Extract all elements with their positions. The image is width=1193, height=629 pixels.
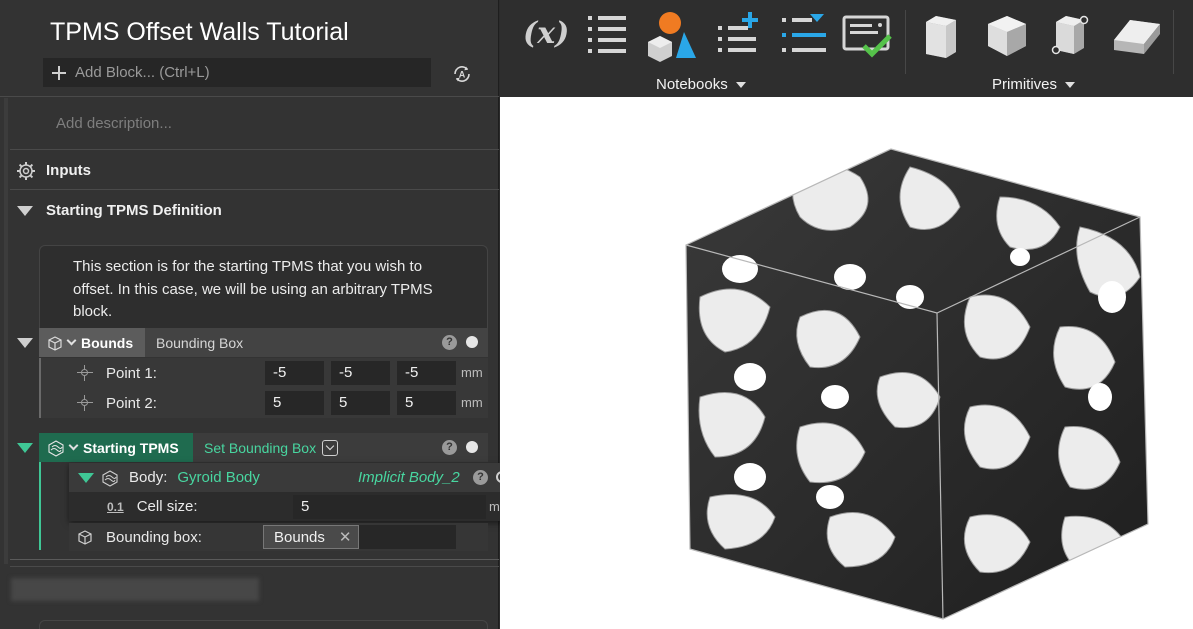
body-row[interactable]: Body: Gyroid Body Implicit Body_2 ? bbox=[69, 463, 519, 492]
notebook-panel: TPMS Offset Walls Tutorial Add Block... … bbox=[0, 0, 519, 629]
bounds-collapse-icon[interactable] bbox=[17, 338, 33, 348]
caret-down-icon bbox=[1065, 81, 1076, 88]
divider bbox=[0, 96, 499, 97]
bounding-box-input[interactable]: Bounds ✕ bbox=[263, 525, 456, 549]
body-collapse-icon[interactable] bbox=[78, 472, 94, 483]
status-dot-icon[interactable] bbox=[466, 336, 478, 348]
point2-x-input[interactable]: 5 bbox=[265, 391, 324, 415]
bounding-box-label: Bounding box: bbox=[106, 528, 202, 546]
gear-icon bbox=[17, 161, 35, 180]
tpms-block-header[interactable]: Starting TPMS Set Bounding Box ? bbox=[39, 433, 488, 462]
tpms-body-icon bbox=[102, 469, 118, 487]
notebooks-group-label: Notebooks bbox=[656, 76, 728, 93]
bounds-chip-label: Bounds bbox=[274, 528, 325, 546]
bounding-box-tool-icon[interactable] bbox=[1050, 12, 1090, 58]
primitives-group-dropdown[interactable]: Primitives bbox=[992, 76, 1076, 93]
insert-list-item-icon[interactable] bbox=[780, 14, 828, 56]
point1-y-input[interactable]: -5 bbox=[331, 361, 390, 385]
ribbon-toolbar: (x) Notebooks Primitives bbox=[500, 0, 1193, 97]
notebooks-group-dropdown[interactable]: Notebooks bbox=[656, 76, 746, 93]
decimal-icon: 0.1 bbox=[107, 499, 124, 514]
tpms-block-accent bbox=[39, 462, 41, 550]
chevron-down-icon[interactable] bbox=[68, 440, 79, 451]
point1-x-input[interactable]: -5 bbox=[265, 361, 324, 385]
caret-down-icon bbox=[735, 81, 746, 88]
point1-label: Point 1: bbox=[106, 364, 157, 382]
point1-z-input[interactable]: -5 bbox=[397, 361, 456, 385]
point1-row: Point 1: -5 -5 -5 mm bbox=[39, 358, 488, 388]
toolbar-separator bbox=[1173, 10, 1174, 74]
bounding-box-icon bbox=[78, 530, 92, 545]
point2-unit: mm bbox=[461, 395, 483, 410]
inputs-section[interactable]: Inputs bbox=[0, 151, 499, 190]
point2-y-input[interactable]: 5 bbox=[331, 391, 390, 415]
add-block-input[interactable]: Add Block... (Ctrl+L) bbox=[43, 58, 431, 87]
description-field[interactable]: Add description... bbox=[56, 115, 172, 132]
collapse-triangle-icon[interactable] bbox=[17, 205, 33, 216]
tpms-tag-label: Starting TPMS bbox=[83, 439, 179, 456]
divider bbox=[10, 566, 499, 567]
status-dot-icon[interactable] bbox=[466, 441, 478, 453]
body-parameter-popout: Body: Gyroid Body Implicit Body_2 ? 0.1 … bbox=[69, 463, 519, 521]
bounding-box-icon bbox=[48, 335, 62, 351]
validate-notebook-icon[interactable] bbox=[842, 14, 894, 60]
point1-unit: mm bbox=[461, 365, 483, 380]
tpms-body-icon bbox=[48, 439, 64, 457]
notebook-title[interactable]: TPMS Offset Walls Tutorial bbox=[50, 18, 349, 47]
gyroid-cube-render[interactable] bbox=[500, 97, 1193, 629]
point2-z-input[interactable]: 5 bbox=[397, 391, 456, 415]
3d-viewport[interactable] bbox=[500, 97, 1193, 629]
plus-icon bbox=[51, 65, 67, 81]
inputs-label: Inputs bbox=[46, 162, 91, 179]
variable-icon[interactable]: (x) bbox=[523, 16, 569, 51]
starting-section-label: Starting TPMS Definition bbox=[46, 202, 222, 219]
primitives-group-label: Primitives bbox=[992, 76, 1058, 93]
next-block-box bbox=[39, 620, 488, 629]
help-icon[interactable]: ? bbox=[473, 470, 488, 485]
point-icon bbox=[77, 365, 93, 381]
body-output-name[interactable]: Implicit Body_2 bbox=[358, 469, 460, 486]
divider bbox=[10, 149, 499, 150]
next-section-placeholder bbox=[11, 578, 259, 601]
cell-size-row: 0.1 Cell size: 5 mm bbox=[69, 492, 519, 521]
bounding-box-row: Bounding box: Bounds ✕ bbox=[69, 523, 488, 551]
help-icon[interactable]: ? bbox=[442, 440, 457, 455]
cell-size-input[interactable]: 5 bbox=[293, 495, 486, 519]
list-icon[interactable] bbox=[586, 14, 628, 58]
primitives-shapes-icon[interactable] bbox=[646, 10, 698, 62]
point2-label: Point 2: bbox=[106, 394, 157, 412]
bounds-tag-label: Bounds bbox=[81, 334, 134, 351]
body-label: Body: bbox=[129, 469, 168, 486]
box-icon[interactable] bbox=[986, 14, 1028, 58]
body-value[interactable]: Gyroid Body bbox=[177, 469, 260, 486]
bounds-tag[interactable]: Bounds bbox=[39, 328, 145, 357]
bounds-block-header[interactable]: Bounds Bounding Box ? bbox=[39, 328, 488, 357]
tpms-block-type[interactable]: Set Bounding Box bbox=[204, 440, 316, 456]
divider bbox=[10, 559, 499, 560]
help-icon[interactable]: ? bbox=[442, 335, 457, 350]
starting-section[interactable]: Starting TPMS Definition bbox=[0, 191, 499, 230]
point-icon bbox=[77, 395, 93, 411]
chevron-down-icon[interactable] bbox=[66, 335, 77, 346]
tpms-collapse-icon[interactable] bbox=[17, 443, 33, 453]
auto-update-icon[interactable]: A bbox=[451, 63, 473, 85]
divider bbox=[10, 189, 499, 190]
svg-text:A: A bbox=[459, 70, 466, 80]
section-note-text: This section is for the starting TPMS th… bbox=[73, 258, 433, 320]
toolbar-separator bbox=[905, 10, 906, 74]
cell-size-label: Cell size: bbox=[136, 498, 198, 515]
dropdown-toggle-icon[interactable] bbox=[322, 439, 339, 456]
tpms-tag[interactable]: Starting TPMS bbox=[39, 433, 193, 462]
bounds-chip[interactable]: Bounds ✕ bbox=[263, 525, 359, 549]
section-note: This section is for the starting TPMS th… bbox=[39, 245, 488, 329]
add-list-item-icon[interactable] bbox=[716, 12, 760, 58]
point2-row: Point 2: 5 5 5 mm bbox=[39, 388, 488, 418]
parallelepiped-icon[interactable] bbox=[1112, 16, 1162, 56]
add-block-placeholder: Add Block... (Ctrl+L) bbox=[75, 64, 210, 81]
remove-icon[interactable]: ✕ bbox=[339, 528, 352, 546]
bounds-block-type: Bounding Box bbox=[156, 334, 244, 351]
cube-icon[interactable] bbox=[922, 14, 960, 60]
